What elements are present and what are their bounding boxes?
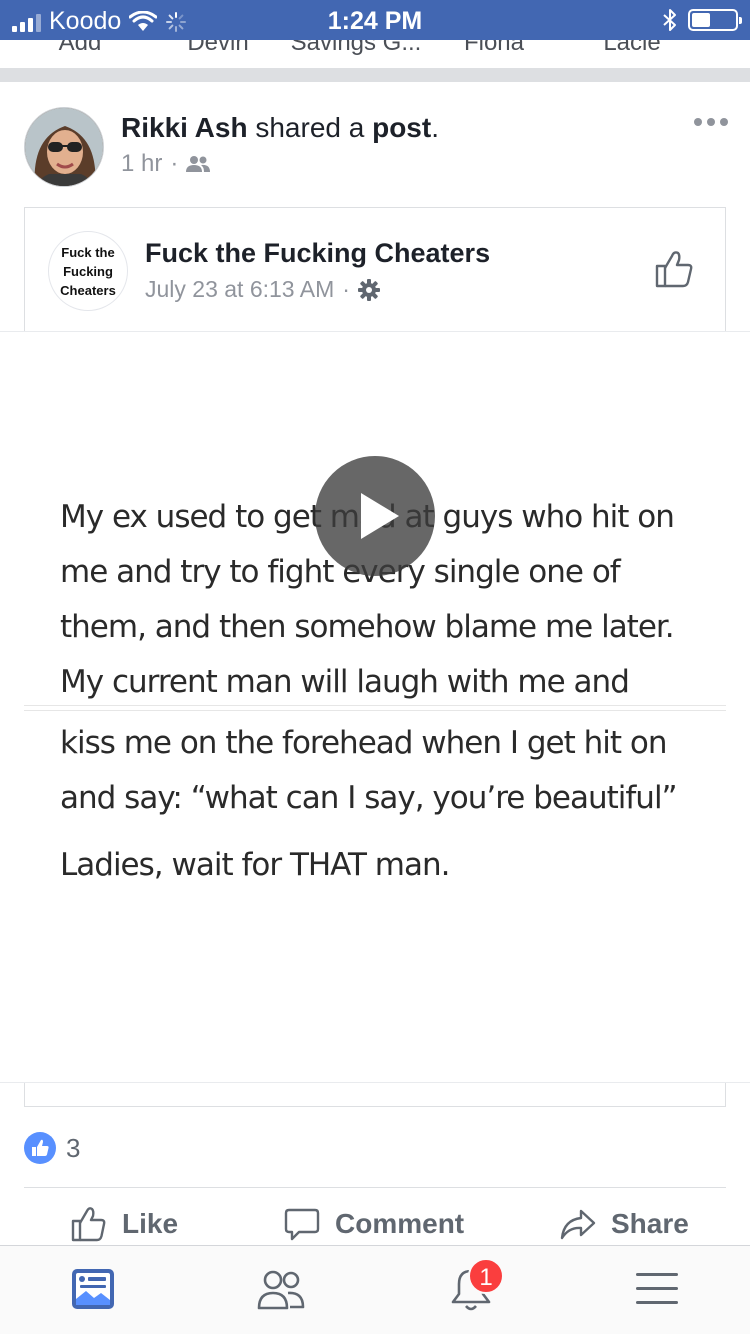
- post-meta: 1 hr ·: [121, 150, 211, 178]
- reaction-count: 3: [66, 1132, 81, 1163]
- stories-row[interactable]: Add Devin Savings G... Fiona Lacie: [0, 40, 750, 68]
- author-photo: [25, 108, 103, 186]
- clock: 1:24 PM: [327, 7, 423, 35]
- meta-separator: ·: [342, 276, 350, 302]
- tab-news-feed[interactable]: [63, 1266, 123, 1318]
- video-text-line: Ladies, wait for THAT man.: [60, 847, 450, 883]
- reaction-summary[interactable]: 3: [24, 1132, 80, 1164]
- author-line-punctuation: .: [431, 112, 439, 143]
- story-name[interactable]: Lacie: [557, 40, 707, 57]
- comment-label: Comment: [335, 1208, 465, 1239]
- gear-icon: [357, 278, 380, 301]
- tab-menu[interactable]: [627, 1266, 687, 1318]
- play-icon[interactable]: [315, 456, 435, 576]
- post-time[interactable]: 1 hr: [121, 150, 162, 178]
- meta-separator: ·: [170, 150, 179, 177]
- comment-icon: [284, 1208, 320, 1241]
- shared-video[interactable]: My ex used to get mad at guys who hit on…: [0, 331, 750, 1083]
- video-text-line: My current man will laugh with me and: [60, 664, 630, 700]
- story-name[interactable]: Devin: [143, 40, 293, 57]
- shared-post-card[interactable]: Fuck the Fucking Cheaters Fuck the Fucki…: [24, 207, 726, 331]
- video-text-line: and say: “what can I say, you’re beautif…: [60, 780, 678, 816]
- thumbs-up-outline-icon[interactable]: [653, 248, 695, 290]
- thumbs-up-outline-icon: [71, 1207, 106, 1242]
- shared-post-timestamp[interactable]: July 23 at 6:13 AM: [145, 276, 334, 303]
- notifications-badge: 1: [468, 1258, 504, 1294]
- share-action-text: shared a: [255, 112, 365, 143]
- author-avatar[interactable]: [24, 107, 104, 187]
- shared-post-meta: July 23 at 6:13 AM ·: [145, 276, 380, 303]
- like-label: Like: [122, 1208, 179, 1239]
- battery-icon: [688, 9, 742, 31]
- like-button[interactable]: Like: [70, 1205, 178, 1243]
- video-text-line: kiss me on the forehead when I get hit o…: [60, 725, 668, 761]
- post-author-line: Rikki Ash shared a post.: [121, 112, 439, 144]
- video-text-line: them, and then somehow blame me later.: [60, 609, 675, 645]
- bluetooth-icon: [663, 9, 676, 31]
- page-avatar-text: Cheaters: [60, 282, 116, 298]
- news-feed-icon: [72, 1269, 114, 1309]
- friends-icon: [186, 156, 211, 172]
- hamburger-menu-icon: [636, 1273, 678, 1304]
- image-seam: [24, 705, 726, 711]
- tab-notifications[interactable]: 1: [441, 1258, 504, 1318]
- feed-separator: [0, 68, 750, 82]
- page-avatar[interactable]: Fuck the Fucking Cheaters: [48, 231, 128, 311]
- reactions-divider: [24, 1187, 726, 1188]
- story-name[interactable]: Savings G...: [281, 40, 431, 57]
- like-reaction-icon: [24, 1132, 56, 1164]
- shared-card-footer: [24, 1083, 726, 1107]
- page-avatar-text: Fuck the: [61, 244, 115, 260]
- share-arrow-icon: [560, 1209, 596, 1240]
- story-name[interactable]: Add: [5, 40, 155, 57]
- shared-object-link[interactable]: post: [372, 112, 431, 143]
- friends-icon: [257, 1270, 305, 1310]
- page-avatar-text: Fucking: [63, 263, 113, 279]
- share-label: Share: [611, 1208, 689, 1239]
- story-name[interactable]: Fiona: [419, 40, 569, 57]
- author-name[interactable]: Rikki Ash: [121, 112, 248, 143]
- page-name[interactable]: Fuck the Fucking Cheaters: [145, 238, 490, 269]
- comment-button[interactable]: Comment: [283, 1205, 464, 1243]
- status-bar: Koodo 1:24 PM: [0, 0, 750, 40]
- tab-friends[interactable]: [251, 1266, 311, 1318]
- bottom-tab-bar: 1: [0, 1245, 750, 1334]
- more-icon[interactable]: [694, 118, 728, 126]
- share-button[interactable]: Share: [559, 1205, 689, 1243]
